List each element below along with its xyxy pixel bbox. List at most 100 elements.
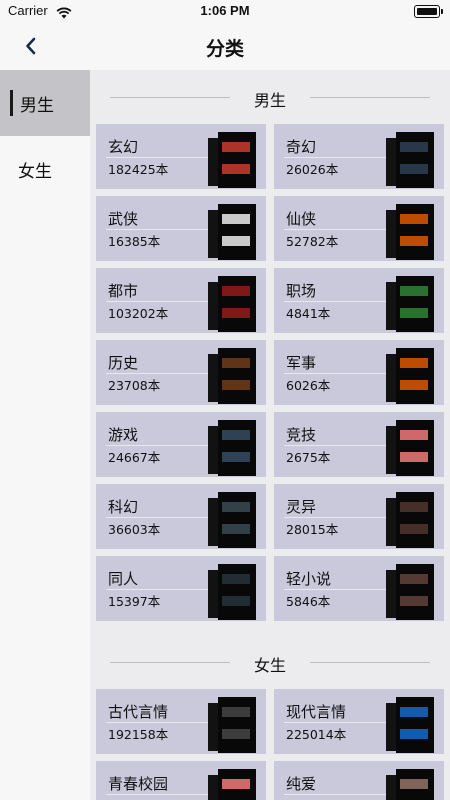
category-card[interactable]: 玄幻 182425本	[96, 124, 266, 189]
category-name: 灵异	[286, 498, 317, 516]
book-cover-image	[386, 697, 434, 753]
category-book-count: 192158本	[108, 727, 169, 742]
category-name: 仙侠	[286, 210, 317, 228]
battery-icon	[414, 5, 443, 18]
category-book-count: 16385本	[108, 234, 161, 249]
category-card[interactable]: 青春校园 64362本	[96, 761, 266, 800]
category-card[interactable]: 武侠 16385本	[96, 196, 266, 261]
card-divider	[106, 445, 208, 446]
book-cover-image	[208, 132, 256, 188]
category-name: 轻小说	[286, 570, 332, 588]
book-cover-image	[208, 564, 256, 620]
book-cover-image	[208, 348, 256, 404]
category-card[interactable]: 历史 23708本	[96, 340, 266, 405]
status-bar: Carrier 1:06 PM	[0, 0, 450, 24]
category-name: 纯爱	[286, 775, 317, 793]
category-card[interactable]: 军事 6026本	[274, 340, 444, 405]
category-name: 武侠	[108, 210, 139, 228]
card-divider	[284, 722, 386, 723]
card-divider	[284, 445, 386, 446]
category-book-count: 23708本	[108, 378, 161, 393]
book-cover-image	[208, 276, 256, 332]
card-divider	[284, 517, 386, 518]
category-name: 同人	[108, 570, 139, 588]
page-title: 分类	[205, 38, 244, 60]
sidebar-item-male[interactable]: 男生	[0, 70, 90, 136]
category-name: 历史	[108, 354, 139, 372]
card-divider	[106, 301, 208, 302]
section-title: 男生	[253, 91, 286, 110]
category-name: 游戏	[108, 426, 139, 444]
category-book-count: 28015本	[286, 522, 339, 537]
category-book-count: 225014本	[286, 727, 347, 742]
card-divider	[106, 229, 208, 230]
navigation-bar: 分类	[0, 24, 450, 70]
card-divider	[106, 373, 208, 374]
book-cover-image	[386, 348, 434, 404]
category-book-count: 36603本	[108, 522, 161, 537]
book-cover-image	[386, 492, 434, 548]
book-cover-image	[386, 204, 434, 260]
category-book-count: 4841本	[286, 306, 331, 321]
card-divider	[284, 157, 386, 158]
category-name: 玄幻	[108, 138, 139, 156]
category-card[interactable]: 轻小说 5846本	[274, 556, 444, 621]
category-card[interactable]: 古代言情 192158本	[96, 689, 266, 754]
category-grid: 古代言情 192158本 现代言情 225014本青春校园 64362本 纯爱 1369本	[90, 689, 450, 800]
book-cover-image	[386, 769, 434, 800]
category-book-count: 64362本	[108, 796, 160, 800]
sidebar-item-label: 女生	[18, 161, 52, 182]
card-divider	[106, 722, 208, 723]
category-card[interactable]: 同人 15397本	[96, 556, 266, 621]
card-divider	[106, 589, 208, 590]
category-book-count: 6026本	[286, 378, 331, 393]
book-cover-image	[208, 492, 256, 548]
card-divider	[284, 229, 386, 230]
card-divider	[106, 517, 208, 518]
gender-sidebar: 男生 女生	[0, 70, 90, 800]
category-card[interactable]: 科幻 36603本	[96, 484, 266, 549]
card-divider	[284, 589, 386, 590]
section-header: 女生	[90, 635, 450, 689]
category-name: 青春校园	[108, 775, 169, 793]
book-cover-image	[386, 564, 434, 620]
category-card[interactable]: 纯爱 1369本	[274, 761, 444, 800]
sidebar-item-label: 男生	[20, 95, 54, 116]
category-card[interactable]: 现代言情 225014本	[274, 689, 444, 754]
category-book-count: 1369本	[286, 796, 330, 800]
card-divider	[284, 794, 386, 795]
divider-line	[310, 97, 430, 98]
category-book-count: 182425本	[108, 162, 169, 177]
category-book-count: 5846本	[286, 594, 331, 609]
category-card[interactable]: 奇幻 26026本	[274, 124, 444, 189]
category-name: 古代言情	[108, 703, 169, 721]
section-title: 女生	[253, 656, 286, 675]
category-card[interactable]: 职场 4841本	[274, 268, 444, 333]
category-name: 军事	[286, 354, 317, 372]
category-book-count: 24667本	[108, 450, 161, 465]
category-card[interactable]: 都市 103202本	[96, 268, 266, 333]
sidebar-item-female[interactable]: 女生	[0, 136, 90, 202]
category-book-count: 26026本	[286, 162, 339, 177]
book-cover-image	[208, 769, 256, 800]
book-cover-image	[208, 697, 256, 753]
category-card[interactable]: 灵异 28015本	[274, 484, 444, 549]
category-card[interactable]: 仙侠 52782本	[274, 196, 444, 261]
book-cover-image	[386, 132, 434, 188]
category-list[interactable]: 男生玄幻 182425本 奇幻 26026本武侠 16385本 仙侠 52782本 都市 103…	[90, 70, 450, 800]
category-card[interactable]: 游戏 24667本	[96, 412, 266, 477]
category-grid: 玄幻 182425本 奇幻 26026本武侠 16385本 仙侠 52782本 都市 10320…	[90, 124, 450, 621]
category-name: 竞技	[286, 426, 317, 444]
category-card[interactable]: 竞技 2675本	[274, 412, 444, 477]
divider-line	[310, 662, 430, 663]
status-time: 1:06 PM	[200, 3, 250, 18]
category-name: 科幻	[108, 498, 139, 516]
book-cover-image	[208, 420, 256, 476]
category-name: 现代言情	[286, 703, 347, 721]
category-book-count: 15397本	[108, 594, 161, 609]
category-book-count: 103202本	[108, 306, 169, 321]
book-cover-image	[208, 204, 256, 260]
card-divider	[284, 373, 386, 374]
category-name: 职场	[286, 282, 317, 300]
category-name: 奇幻	[286, 138, 317, 156]
